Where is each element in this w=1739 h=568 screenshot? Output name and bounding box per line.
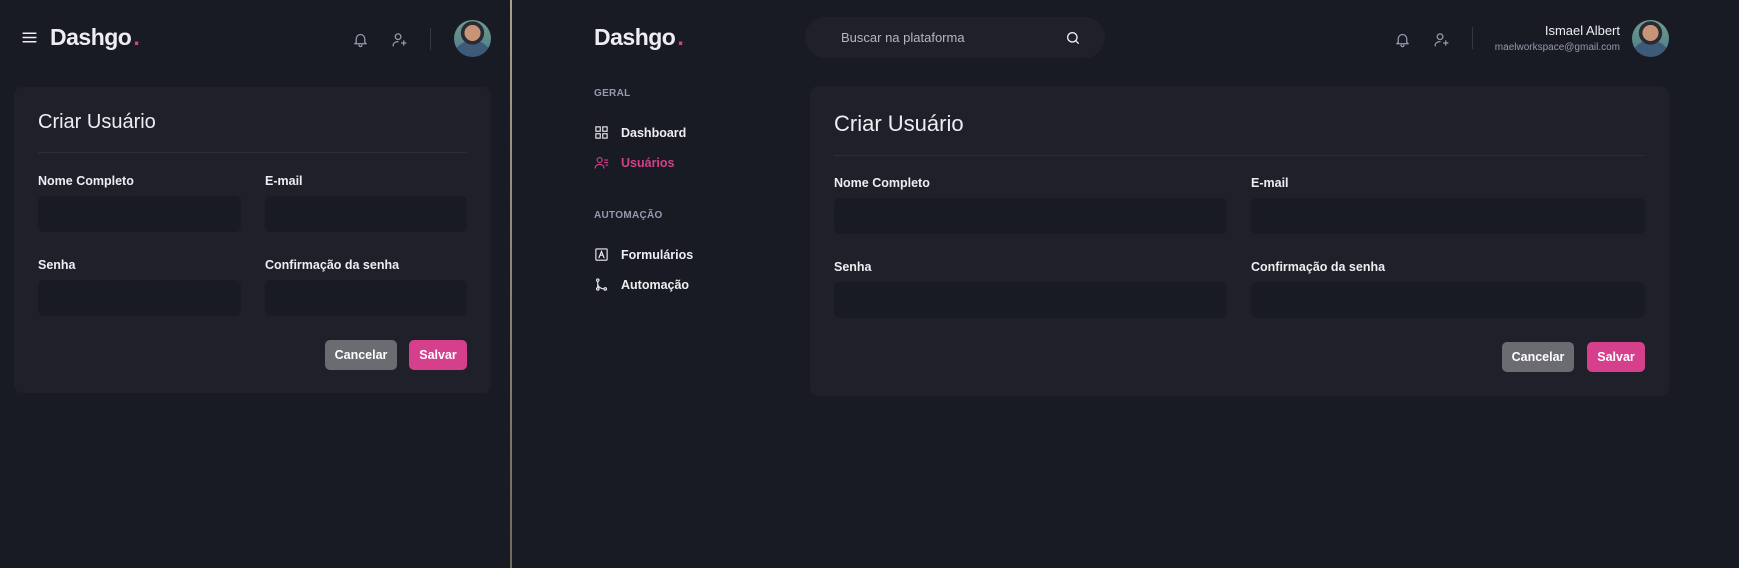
user-name: Ismael Albert <box>1544 23 1620 38</box>
sidebar-item-dashboard[interactable]: Dashboard <box>594 125 686 140</box>
search-icon[interactable] <box>1065 30 1081 46</box>
sidebar-item-automacao[interactable]: Automação <box>594 277 689 292</box>
password-label: Senha <box>834 260 872 274</box>
sidebar-item-label: Dashboard <box>621 125 687 140</box>
sidebar-section-geral: GERAL <box>594 88 631 99</box>
avatar[interactable] <box>1632 20 1669 57</box>
title-separator <box>38 152 467 153</box>
search-input[interactable] <box>841 30 1065 45</box>
password-confirmation-input[interactable] <box>265 280 467 316</box>
full-name-input[interactable] <box>38 196 241 232</box>
password-input[interactable] <box>38 280 241 316</box>
dashboard-icon <box>595 126 608 139</box>
full-name-label: Nome Completo <box>834 176 930 190</box>
password-confirmation-label: Confirmação da senha <box>1251 260 1386 274</box>
sidebar-section-automacao: AUTOMAÇÃO <box>594 210 663 221</box>
sidebar-item-label: Automação <box>621 277 690 292</box>
sidebar-item-label: Usuários <box>621 155 675 170</box>
cancel-button[interactable]: Cancelar <box>325 340 397 370</box>
form-icon <box>595 248 608 261</box>
user-plus-icon[interactable] <box>1431 29 1451 49</box>
sidebar-item-usuarios[interactable]: Usuários <box>594 155 675 170</box>
menu-icon[interactable] <box>19 27 39 47</box>
page-title: Criar Usuário <box>38 111 156 133</box>
git-branch-icon <box>595 278 608 291</box>
full-name-label: Nome Completo <box>38 174 134 188</box>
mobile-view: Dashgo. Criar Usuário Nome Completo E-ma… <box>0 0 510 568</box>
bell-icon[interactable] <box>350 29 370 49</box>
email-label: E-mail <box>1251 176 1289 190</box>
password-confirmation-input[interactable] <box>1251 282 1645 318</box>
header-divider <box>430 28 431 50</box>
email-label: E-mail <box>265 174 303 188</box>
search-bar[interactable] <box>805 17 1105 58</box>
user-email: maelworkspace@gmail.com <box>1494 42 1620 53</box>
password-input[interactable] <box>834 282 1227 318</box>
create-user-card: Criar Usuário Nome Completo E-mail Senha… <box>810 86 1669 396</box>
sidebar-item-formularios[interactable]: Formulários <box>594 247 693 262</box>
password-confirmation-label: Confirmação da senha <box>265 258 400 272</box>
full-name-input[interactable] <box>834 198 1227 234</box>
email-input[interactable] <box>265 196 467 232</box>
password-label: Senha <box>38 258 76 272</box>
create-user-card: Criar Usuário Nome Completo E-mail Senha… <box>14 87 491 393</box>
bell-icon[interactable] <box>1392 29 1412 49</box>
avatar[interactable] <box>454 20 491 57</box>
logo[interactable]: Dashgo. <box>50 24 140 51</box>
save-button[interactable]: Salvar <box>1587 342 1645 372</box>
desktop-view: Dashgo. Ismael Albert maelworkspace@gmai… <box>512 0 1739 568</box>
title-separator <box>834 155 1645 156</box>
logo[interactable]: Dashgo. <box>594 24 684 51</box>
cancel-button[interactable]: Cancelar <box>1502 342 1574 372</box>
users-icon <box>594 156 609 169</box>
save-button[interactable]: Salvar <box>409 340 467 370</box>
email-input[interactable] <box>1251 198 1645 234</box>
page-title: Criar Usuário <box>834 111 964 136</box>
user-plus-icon[interactable] <box>389 29 409 49</box>
header-divider <box>1472 27 1473 49</box>
sidebar-item-label: Formulários <box>621 247 694 262</box>
